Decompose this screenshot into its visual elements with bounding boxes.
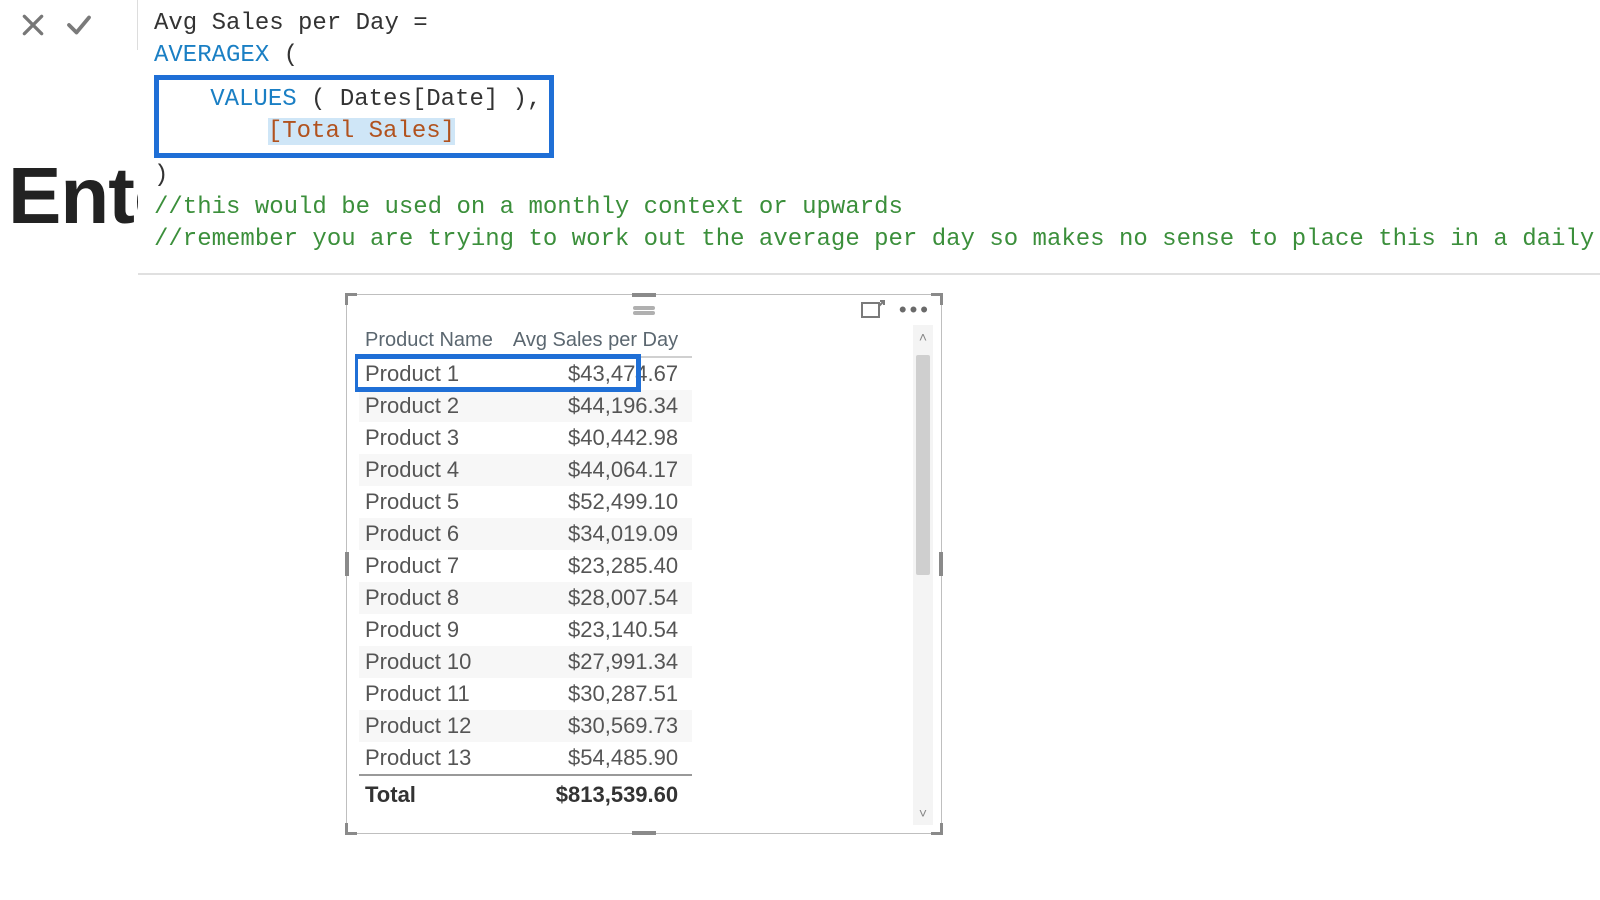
- commit-icon[interactable]: [64, 10, 94, 40]
- cell-product-name: Product 9: [359, 614, 507, 646]
- cell-product-name: Product 12: [359, 710, 507, 742]
- cell-product-name: Product 1: [359, 357, 507, 390]
- cell-product-name: Product 10: [359, 646, 507, 678]
- table-row[interactable]: Product 4$44,064.17: [359, 454, 692, 486]
- measure-name: Avg Sales per Day: [154, 10, 399, 37]
- table-visual[interactable]: ••• Product Name Avg Sales per Day Produ…: [346, 294, 942, 834]
- cell-avg-sales: $23,285.40: [507, 550, 692, 582]
- cell-product-name: Product 8: [359, 582, 507, 614]
- total-value: $813,539.60: [507, 775, 692, 811]
- cell-product-name: Product 5: [359, 486, 507, 518]
- table-row[interactable]: Product 6$34,019.09: [359, 518, 692, 550]
- background-heading: Ente: [8, 150, 138, 242]
- cell-product-name: Product 2: [359, 390, 507, 422]
- table-row[interactable]: Product 2$44,196.34: [359, 390, 692, 422]
- cell-avg-sales: $43,474.67: [507, 357, 692, 390]
- table-row[interactable]: Product 12$30,569.73: [359, 710, 692, 742]
- visual-body: Product Name Avg Sales per Day Product 1…: [355, 325, 933, 825]
- formula-text[interactable]: Avg Sales per Day = AVERAGEX ( VALUES ( …: [154, 8, 1584, 257]
- table-row[interactable]: Product 10$27,991.34: [359, 646, 692, 678]
- cell-avg-sales: $44,064.17: [507, 454, 692, 486]
- focus-mode-icon[interactable]: [861, 300, 885, 320]
- table-row[interactable]: Product 11$30,287.51: [359, 678, 692, 710]
- cell-product-name: Product 4: [359, 454, 507, 486]
- comment-line-2: //remember you are trying to work out th…: [154, 226, 1600, 253]
- cell-product-name: Product 6: [359, 518, 507, 550]
- cell-avg-sales: $44,196.34: [507, 390, 692, 422]
- cell-product-name: Product 13: [359, 742, 507, 775]
- table-row[interactable]: Product 7$23,285.40: [359, 550, 692, 582]
- scroll-thumb[interactable]: [916, 355, 930, 575]
- table-area: Product Name Avg Sales per Day Product 1…: [355, 325, 913, 825]
- resize-handle-bottom[interactable]: [632, 831, 656, 835]
- scroll-down-arrow-icon[interactable]: ˅: [919, 801, 927, 825]
- func-values: VALUES: [210, 86, 296, 113]
- table-row[interactable]: Product 3$40,442.98: [359, 422, 692, 454]
- cancel-icon[interactable]: [20, 12, 46, 38]
- cell-avg-sales: $27,991.34: [507, 646, 692, 678]
- table-row[interactable]: Product 5$52,499.10: [359, 486, 692, 518]
- table-row[interactable]: Product 1$43,474.67: [359, 357, 692, 390]
- cell-avg-sales: $30,569.73: [507, 710, 692, 742]
- cell-avg-sales: $52,499.10: [507, 486, 692, 518]
- scroll-up-arrow-icon[interactable]: ˄: [919, 325, 927, 349]
- func-averagex: AVERAGEX: [154, 42, 269, 69]
- visual-header-actions: •••: [861, 299, 931, 321]
- resize-handle-left[interactable]: [345, 552, 349, 576]
- comment-line-1: //this would be used on a monthly contex…: [154, 194, 903, 221]
- measure-ref: [Total Sales]: [268, 118, 455, 145]
- cell-avg-sales: $23,140.54: [507, 614, 692, 646]
- total-label: Total: [359, 775, 507, 811]
- table-row[interactable]: Product 9$23,140.54: [359, 614, 692, 646]
- col-header-avg[interactable]: Avg Sales per Day: [507, 325, 692, 357]
- table-total-row: Total $813,539.60: [359, 775, 692, 811]
- formula-bar[interactable]: Avg Sales per Day = AVERAGEX ( VALUES ( …: [138, 0, 1600, 275]
- resize-handle-right[interactable]: [939, 552, 943, 576]
- vertical-scrollbar[interactable]: ˄ ˅: [913, 325, 933, 825]
- cell-avg-sales: $30,287.51: [507, 678, 692, 710]
- more-options-icon[interactable]: •••: [899, 299, 931, 321]
- cell-avg-sales: $54,485.90: [507, 742, 692, 775]
- cell-avg-sales: $34,019.09: [507, 518, 692, 550]
- visual-header: •••: [347, 295, 941, 325]
- cell-product-name: Product 7: [359, 550, 507, 582]
- table-header-row: Product Name Avg Sales per Day: [359, 325, 692, 357]
- drag-handle-icon[interactable]: [633, 306, 655, 310]
- formula-toolbar: [0, 0, 138, 50]
- table-row[interactable]: Product 13$54,485.90: [359, 742, 692, 775]
- cell-product-name: Product 11: [359, 678, 507, 710]
- cell-avg-sales: $28,007.54: [507, 582, 692, 614]
- cell-product-name: Product 3: [359, 422, 507, 454]
- cell-avg-sales: $40,442.98: [507, 422, 692, 454]
- col-header-product[interactable]: Product Name: [359, 325, 507, 357]
- data-table: Product Name Avg Sales per Day Product 1…: [359, 325, 692, 811]
- table-row[interactable]: Product 8$28,007.54: [359, 582, 692, 614]
- highlighted-code-block: VALUES ( Dates[Date] ), [Total Sales]: [154, 75, 554, 158]
